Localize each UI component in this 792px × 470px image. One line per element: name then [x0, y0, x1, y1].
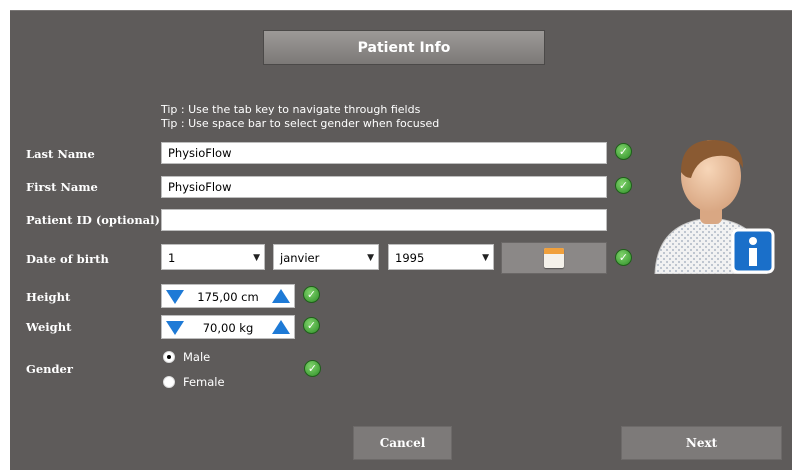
height-stepper[interactable]: 175,00 cm — [161, 284, 295, 308]
dob-label: Date of birth — [26, 252, 109, 266]
patient-id-field[interactable] — [161, 209, 607, 231]
chevron-down-icon: ▼ — [482, 253, 489, 263]
arrow-down-icon[interactable] — [166, 290, 184, 304]
height-value: 175,00 cm — [197, 290, 259, 304]
gender-male-option[interactable]: Male — [163, 350, 210, 364]
weight-stepper[interactable]: 70,00 kg — [161, 315, 295, 339]
panel-top-border — [10, 10, 792, 11]
next-button[interactable]: Next — [621, 426, 782, 460]
arrow-up-icon[interactable] — [272, 320, 290, 334]
chevron-down-icon: ▼ — [253, 253, 260, 263]
arrow-up-icon[interactable] — [272, 289, 290, 303]
dob-day-value: 1 — [168, 251, 176, 265]
weight-label: Weight — [26, 320, 72, 334]
first-name-field[interactable]: PhysioFlow — [161, 176, 607, 198]
first-name-label: First Name — [26, 180, 98, 194]
check-icon: ✓ — [615, 143, 632, 160]
last-name-field[interactable]: PhysioFlow — [161, 142, 607, 164]
patient-avatar-icon — [654, 140, 775, 274]
check-icon: ✓ — [615, 249, 632, 266]
chevron-down-icon: ▼ — [367, 253, 374, 263]
check-icon: ✓ — [304, 360, 321, 377]
check-icon: ✓ — [303, 317, 320, 334]
check-icon: ✓ — [615, 177, 632, 194]
check-icon: ✓ — [303, 286, 320, 303]
tip-space-bar: Tip : Use space bar to select gender whe… — [161, 117, 440, 130]
tip-tab-key: Tip : Use the tab key to navigate throug… — [161, 103, 421, 116]
dob-month-select[interactable]: janvier ▼ — [273, 244, 379, 270]
calendar-button[interactable] — [501, 242, 607, 274]
radio-male[interactable] — [163, 351, 175, 363]
dob-year-select[interactable]: 1995 ▼ — [388, 244, 494, 270]
radio-female[interactable] — [163, 376, 175, 388]
dob-year-value: 1995 — [395, 251, 425, 265]
last-name-label: Last Name — [26, 147, 95, 161]
dob-day-select[interactable]: 1 ▼ — [161, 244, 265, 270]
page-title: Patient Info — [263, 30, 545, 65]
dob-month-value: janvier — [280, 251, 320, 265]
gender-female-label: Female — [183, 375, 225, 389]
cancel-button[interactable]: Cancel — [353, 426, 452, 460]
gender-label: Gender — [26, 362, 73, 376]
calendar-icon — [544, 248, 564, 268]
gender-female-option[interactable]: Female — [163, 375, 225, 389]
arrow-down-icon[interactable] — [166, 321, 184, 335]
patient-id-label: Patient ID (optional) — [26, 213, 160, 227]
patient-info-panel: Patient Info Tip : Use the tab key to na… — [10, 10, 792, 470]
height-label: Height — [26, 290, 71, 304]
weight-value: 70,00 kg — [202, 321, 254, 335]
gender-male-label: Male — [183, 350, 211, 364]
